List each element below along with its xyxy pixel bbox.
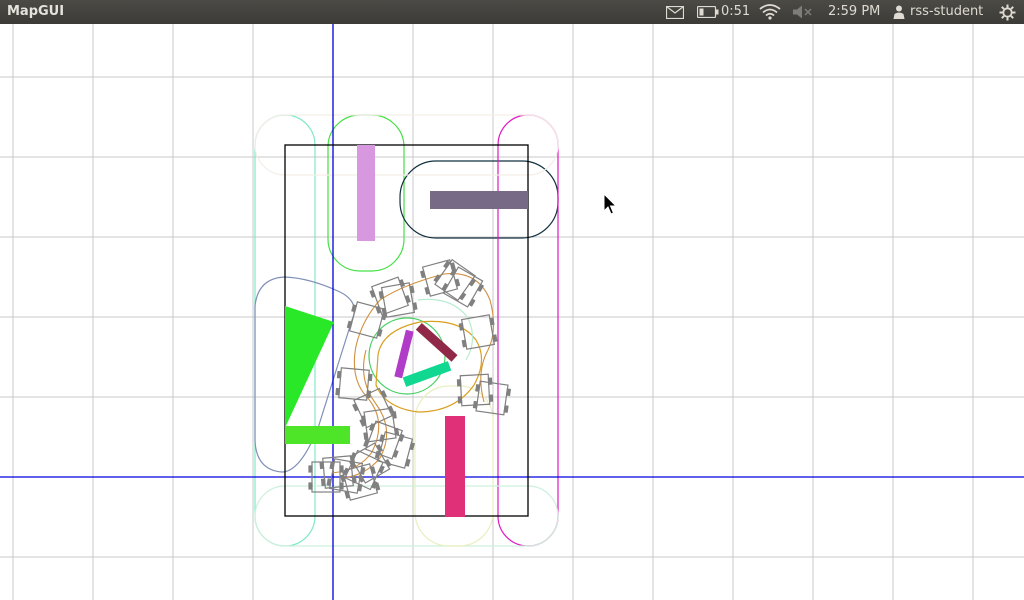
robot-wheel bbox=[335, 387, 341, 396]
robot-wheel bbox=[476, 283, 485, 292]
robot-wheel bbox=[326, 478, 332, 487]
robot-wheel bbox=[363, 432, 369, 440]
robot-wheel bbox=[392, 449, 399, 458]
robot-wheel bbox=[381, 307, 387, 316]
lavender-bar-obstacle bbox=[357, 145, 375, 241]
battery-icon[interactable] bbox=[697, 6, 719, 18]
robot-wheel bbox=[458, 292, 467, 301]
green-triangle-obstacle bbox=[285, 306, 334, 428]
robot-wheel bbox=[456, 379, 462, 387]
robot-wheel bbox=[409, 285, 415, 294]
robot-wheel bbox=[319, 461, 325, 470]
robot-wheel bbox=[346, 320, 353, 329]
robot-wheel bbox=[360, 415, 367, 424]
robot-wheel bbox=[374, 450, 381, 459]
robot-wheel bbox=[398, 279, 406, 288]
robot-wheel bbox=[443, 260, 451, 269]
mail-icon[interactable] bbox=[666, 6, 684, 19]
top-panel: MapGUI 0:51 2:59 PM rss-student bbox=[0, 0, 1024, 24]
robot-wheel bbox=[449, 268, 458, 277]
power-gear-icon[interactable] bbox=[999, 4, 1016, 21]
map-axes bbox=[0, 24, 1024, 600]
robot-wheel bbox=[458, 322, 465, 331]
robot-wheel bbox=[379, 434, 386, 443]
robot-wheel bbox=[378, 290, 385, 299]
robot-wheel bbox=[367, 373, 373, 382]
robot-wheel bbox=[488, 394, 494, 402]
battery-time[interactable]: 0:51 bbox=[721, 4, 750, 19]
user-icon[interactable] bbox=[893, 5, 905, 19]
robot-pose bbox=[346, 301, 388, 339]
robot-wheel bbox=[376, 328, 383, 337]
wifi-icon[interactable] bbox=[759, 4, 781, 20]
robot-pose bbox=[369, 276, 411, 316]
robot-wheel bbox=[492, 334, 498, 343]
robot-wheel bbox=[449, 262, 456, 271]
robot-wheel bbox=[339, 482, 344, 490]
teal-bar-obstacle bbox=[402, 361, 452, 387]
robot-wheel bbox=[349, 452, 357, 461]
crimson-bar-obstacle bbox=[445, 416, 465, 517]
robot-wheel bbox=[404, 295, 411, 304]
robot-wheel bbox=[359, 466, 366, 475]
robot-wheel bbox=[320, 478, 326, 487]
user-name[interactable]: rss-student bbox=[910, 4, 983, 19]
robot-wheel bbox=[424, 286, 431, 295]
robot-wheel bbox=[475, 384, 481, 392]
robot-wheel bbox=[404, 458, 411, 467]
robot-wheel bbox=[505, 388, 512, 397]
green-base-bar-obstacle bbox=[285, 426, 350, 444]
robot-wheel bbox=[503, 405, 509, 413]
app-title: MapGUI bbox=[7, 4, 65, 19]
maroon-bar-obstacle bbox=[415, 322, 458, 362]
robot-wheel bbox=[419, 270, 426, 279]
robot-wheel bbox=[391, 411, 397, 419]
purple-bar-obstacle bbox=[394, 329, 414, 379]
robot-wheel bbox=[468, 278, 477, 287]
robot-wheel bbox=[352, 403, 359, 412]
robot-wheel bbox=[461, 339, 467, 348]
robot-wheel bbox=[378, 465, 385, 474]
robot-wheel bbox=[487, 377, 493, 385]
robot-pose bbox=[378, 282, 418, 318]
robot-wheel bbox=[454, 278, 461, 287]
robot-wheel bbox=[369, 466, 376, 475]
robot-wheel bbox=[308, 482, 313, 490]
robot-pose bbox=[352, 387, 395, 429]
robot-pose bbox=[335, 367, 373, 401]
robot-wheel bbox=[329, 461, 335, 470]
robot-wheel bbox=[369, 289, 376, 298]
robot-wheel bbox=[368, 423, 376, 432]
robot-wheel bbox=[489, 317, 495, 326]
mouse-pointer-icon bbox=[603, 192, 618, 215]
clock[interactable]: 2:59 PM bbox=[828, 4, 880, 19]
robot-pose bbox=[360, 407, 400, 443]
volume-muted-icon[interactable] bbox=[792, 5, 812, 19]
map-canvas[interactable] bbox=[0, 24, 1024, 600]
robot-wheel bbox=[339, 474, 346, 483]
robot-wheel bbox=[336, 370, 342, 379]
robot-wheel bbox=[468, 298, 476, 307]
robot-wheel bbox=[412, 302, 418, 311]
robot-wheel bbox=[457, 396, 463, 404]
robot-wheel bbox=[409, 442, 416, 451]
robot-wheel bbox=[342, 467, 350, 476]
robot-wheel bbox=[344, 490, 351, 499]
slate-bar-obstacle bbox=[430, 191, 528, 209]
map-grid bbox=[0, 24, 1024, 600]
robot-wheel bbox=[308, 465, 313, 473]
robot-wheel bbox=[351, 304, 358, 313]
